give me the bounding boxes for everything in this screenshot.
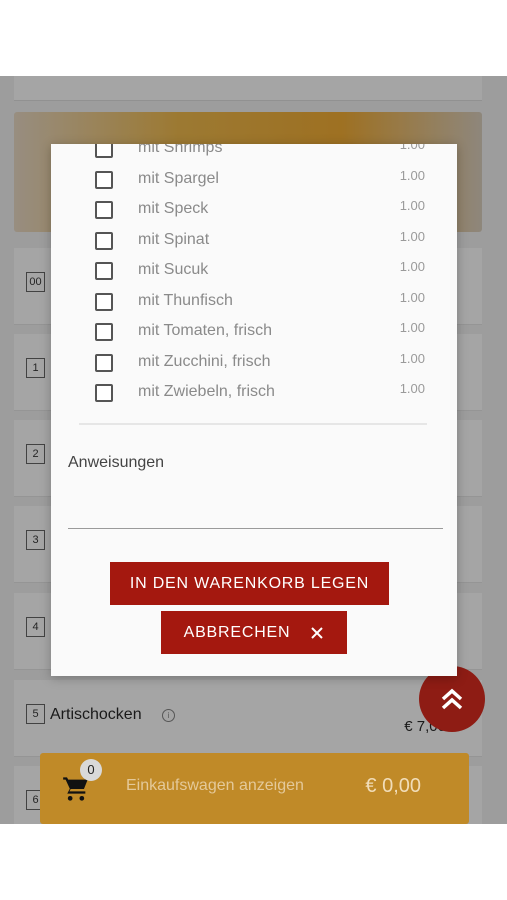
option-checkbox[interactable]: [95, 144, 113, 158]
option-row[interactable]: mit Sucuk 1.00: [51, 256, 457, 287]
option-price: 1.00: [399, 167, 425, 183]
option-price: 1.00: [399, 228, 425, 244]
instructions-field[interactable]: [68, 482, 443, 529]
option-checkbox[interactable]: [95, 231, 113, 250]
option-label: mit Spinat: [138, 230, 210, 248]
show-cart-label: Einkaufswagen anzeigen: [126, 777, 304, 794]
option-row[interactable]: mit Thunfisch 1.00: [51, 287, 457, 318]
option-label: mit Zwiebeln, frisch: [138, 383, 275, 400]
option-row[interactable]: mit Tomaten, frisch 1.00: [51, 317, 457, 348]
option-checkbox[interactable]: [95, 353, 113, 372]
option-label: mit Thunfisch: [138, 291, 233, 309]
option-row[interactable]: mit Zwiebeln, frisch 1.00: [51, 378, 457, 409]
option-price: 1.00: [399, 381, 425, 396]
extras-option-list: mit Shrimps 1.00 mit Spargel 1.00 mit Sp…: [51, 144, 457, 409]
double-chevron-up-icon: [441, 688, 463, 710]
option-price: 1.00: [399, 144, 425, 152]
option-price: 1.00: [399, 289, 425, 305]
option-price: 1.00: [399, 320, 425, 335]
instructions-label: Anweisungen: [68, 454, 165, 471]
option-row[interactable]: mit Spinat 1.00: [51, 226, 457, 257]
option-row[interactable]: mit Speck 1.00: [51, 195, 457, 226]
divider: [79, 423, 427, 425]
extras-dialog: mit Shrimps 1.00 mit Spargel 1.00 mit Sp…: [51, 144, 457, 676]
option-price: 1.00: [399, 259, 425, 274]
cart-total: € 0,00: [365, 775, 421, 797]
option-row[interactable]: mit Zucchini, frisch 1.00: [51, 348, 457, 379]
option-price: 1.00: [399, 198, 425, 213]
option-checkbox[interactable]: [95, 323, 113, 341]
option-label: mit Sucuk: [138, 261, 209, 278]
option-checkbox[interactable]: [95, 170, 113, 189]
option-checkbox[interactable]: [95, 201, 113, 219]
option-label: mit Zucchini, frisch: [138, 352, 271, 370]
cancel-label: ABBRECHEN: [183, 623, 291, 641]
cart-count-badge: 0: [80, 759, 102, 781]
show-cart-bar[interactable]: 0 Einkaufswagen anzeigen € 0,00: [40, 753, 469, 824]
option-row[interactable]: mit Spargel 1.00: [51, 165, 457, 196]
add-to-cart-label: IN DEN WARENKORB LEGEN: [129, 574, 370, 592]
option-label: mit Speck: [138, 200, 209, 217]
close-icon: [311, 626, 324, 639]
option-label: mit Shrimps: [138, 144, 223, 156]
option-label: mit Spargel: [138, 169, 219, 187]
option-label: mit Tomaten, frisch: [138, 322, 272, 339]
option-checkbox[interactable]: [95, 292, 113, 311]
option-checkbox[interactable]: [95, 384, 113, 402]
add-to-cart-button[interactable]: IN DEN WARENKORB LEGEN: [110, 562, 389, 605]
option-price: 1.00: [399, 350, 425, 366]
cancel-button[interactable]: ABBRECHEN: [161, 611, 347, 654]
option-row[interactable]: mit Shrimps 1.00: [51, 144, 457, 165]
option-checkbox[interactable]: [95, 262, 113, 280]
